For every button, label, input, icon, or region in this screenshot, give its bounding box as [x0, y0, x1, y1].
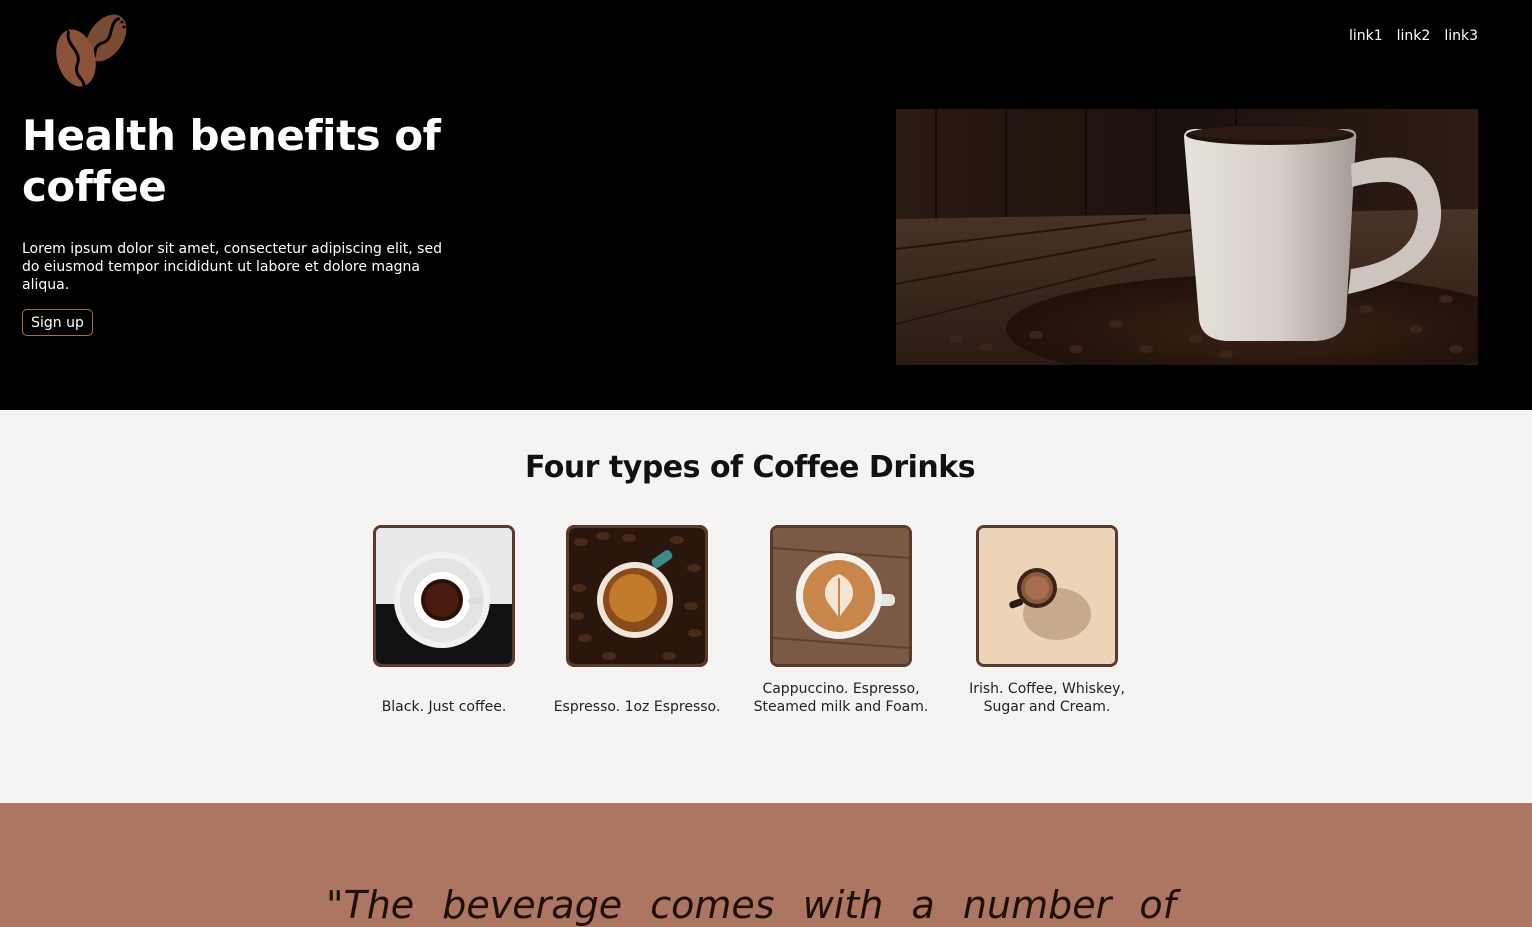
quote-word: with: [802, 883, 884, 927]
quote-text: "The beverage comes with a number of: [326, 883, 1176, 927]
coffee-card-caption: Cappuccino. Espresso, Steamed milk and F…: [753, 681, 929, 715]
quote-word: "The: [326, 883, 415, 927]
cappuccino-image: [770, 525, 912, 667]
nav-link-2[interactable]: link2: [1397, 28, 1431, 44]
coffee-card-caption: Black. Just coffee.: [381, 699, 507, 715]
irish-coffee-image: [976, 525, 1118, 667]
hero-section: link1 link2 link3 Health benefits of cof…: [0, 0, 1532, 410]
hero-coffee-mug-image: [895, 109, 1526, 384]
hero-title: Health benefits of coffee: [22, 111, 441, 211]
quote-word: comes: [650, 883, 775, 927]
nav-link-1[interactable]: link1: [1349, 28, 1383, 44]
section-title: Four types of Coffee Drinks: [524, 450, 976, 485]
quote-word: a: [911, 883, 935, 927]
quote-section: "The beverage comes with a number of: [0, 803, 1532, 927]
coffee-beans-icon[interactable]: [50, 10, 134, 90]
signup-button[interactable]: Sign up: [22, 309, 93, 336]
quote-word: number: [962, 883, 1112, 927]
coffee-card-caption: Espresso. 1oz Espresso.: [553, 699, 721, 715]
coffee-types-section: Four types of Coffee Drinks Black. Just …: [0, 410, 1532, 803]
hero-text: Lorem ipsum dolor sit amet, consectetur …: [22, 241, 442, 293]
top-nav: link1 link2 link3: [1349, 28, 1478, 44]
quote-word: of: [1139, 883, 1176, 927]
nav-link-3[interactable]: link3: [1444, 28, 1478, 44]
espresso-image: [566, 525, 708, 667]
coffee-card-caption: Irish. Coffee, Whiskey, Sugar and Cream.: [969, 681, 1125, 715]
quote-word: beverage: [442, 883, 623, 927]
black-coffee-image: [373, 525, 515, 667]
